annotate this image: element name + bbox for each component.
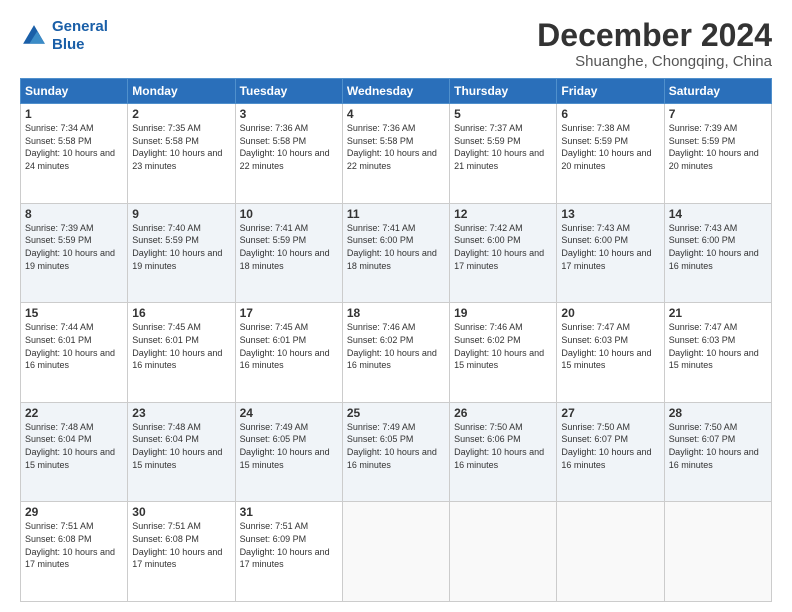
calendar-cell-21: 21Sunrise: 7:47 AMSunset: 6:03 PMDayligh… xyxy=(664,303,771,403)
calendar-week-2: 15Sunrise: 7:44 AMSunset: 6:01 PMDayligh… xyxy=(21,303,772,403)
logo-line2: Blue xyxy=(52,36,85,53)
calendar-cell-8: 8Sunrise: 7:39 AMSunset: 5:59 PMDaylight… xyxy=(21,203,128,303)
calendar-cell-20: 20Sunrise: 7:47 AMSunset: 6:03 PMDayligh… xyxy=(557,303,664,403)
calendar-cell-22: 22Sunrise: 7:48 AMSunset: 6:04 PMDayligh… xyxy=(21,402,128,502)
calendar-cell-14: 14Sunrise: 7:43 AMSunset: 6:00 PMDayligh… xyxy=(664,203,771,303)
calendar-cell-30: 30Sunrise: 7:51 AMSunset: 6:08 PMDayligh… xyxy=(128,502,235,602)
logo-icon xyxy=(20,22,48,50)
calendar-cell-empty xyxy=(664,502,771,602)
calendar-cell-26: 26Sunrise: 7:50 AMSunset: 6:06 PMDayligh… xyxy=(450,402,557,502)
calendar-cell-4: 4Sunrise: 7:36 AMSunset: 5:58 PMDaylight… xyxy=(342,104,449,204)
page: General Blue December 2024 Shuanghe, Cho… xyxy=(0,0,792,612)
calendar-week-4: 29Sunrise: 7:51 AMSunset: 6:08 PMDayligh… xyxy=(21,502,772,602)
calendar-cell-2: 2Sunrise: 7:35 AMSunset: 5:58 PMDaylight… xyxy=(128,104,235,204)
calendar-cell-25: 25Sunrise: 7:49 AMSunset: 6:05 PMDayligh… xyxy=(342,402,449,502)
logo-line1: General xyxy=(52,18,108,35)
day-header-friday: Friday xyxy=(557,79,664,104)
calendar-cell-19: 19Sunrise: 7:46 AMSunset: 6:02 PMDayligh… xyxy=(450,303,557,403)
calendar-cell-3: 3Sunrise: 7:36 AMSunset: 5:58 PMDaylight… xyxy=(235,104,342,204)
calendar-cell-16: 16Sunrise: 7:45 AMSunset: 6:01 PMDayligh… xyxy=(128,303,235,403)
calendar-cell-31: 31Sunrise: 7:51 AMSunset: 6:09 PMDayligh… xyxy=(235,502,342,602)
calendar-cell-28: 28Sunrise: 7:50 AMSunset: 6:07 PMDayligh… xyxy=(664,402,771,502)
calendar-cell-9: 9Sunrise: 7:40 AMSunset: 5:59 PMDaylight… xyxy=(128,203,235,303)
calendar-cell-empty xyxy=(450,502,557,602)
calendar-cell-29: 29Sunrise: 7:51 AMSunset: 6:08 PMDayligh… xyxy=(21,502,128,602)
calendar-cell-6: 6Sunrise: 7:38 AMSunset: 5:59 PMDaylight… xyxy=(557,104,664,204)
calendar-cell-15: 15Sunrise: 7:44 AMSunset: 6:01 PMDayligh… xyxy=(21,303,128,403)
day-header-saturday: Saturday xyxy=(664,79,771,104)
calendar-week-3: 22Sunrise: 7:48 AMSunset: 6:04 PMDayligh… xyxy=(21,402,772,502)
calendar-cell-17: 17Sunrise: 7:45 AMSunset: 6:01 PMDayligh… xyxy=(235,303,342,403)
logo: General Blue xyxy=(20,18,108,54)
calendar-cell-5: 5Sunrise: 7:37 AMSunset: 5:59 PMDaylight… xyxy=(450,104,557,204)
calendar-cell-23: 23Sunrise: 7:48 AMSunset: 6:04 PMDayligh… xyxy=(128,402,235,502)
calendar-week-1: 8Sunrise: 7:39 AMSunset: 5:59 PMDaylight… xyxy=(21,203,772,303)
location: Shuanghe, Chongqing, China xyxy=(537,53,772,70)
title-block: December 2024 Shuanghe, Chongqing, China xyxy=(537,18,772,70)
calendar-body: 1Sunrise: 7:34 AMSunset: 5:58 PMDaylight… xyxy=(21,104,772,602)
calendar-week-0: 1Sunrise: 7:34 AMSunset: 5:58 PMDaylight… xyxy=(21,104,772,204)
calendar-cell-13: 13Sunrise: 7:43 AMSunset: 6:00 PMDayligh… xyxy=(557,203,664,303)
calendar-cell-11: 11Sunrise: 7:41 AMSunset: 6:00 PMDayligh… xyxy=(342,203,449,303)
day-header-thursday: Thursday xyxy=(450,79,557,104)
calendar-header-row: SundayMondayTuesdayWednesdayThursdayFrid… xyxy=(21,79,772,104)
month-title: December 2024 xyxy=(537,18,772,53)
calendar-cell-10: 10Sunrise: 7:41 AMSunset: 5:59 PMDayligh… xyxy=(235,203,342,303)
calendar-cell-27: 27Sunrise: 7:50 AMSunset: 6:07 PMDayligh… xyxy=(557,402,664,502)
header: General Blue December 2024 Shuanghe, Cho… xyxy=(20,18,772,70)
calendar-cell-1: 1Sunrise: 7:34 AMSunset: 5:58 PMDaylight… xyxy=(21,104,128,204)
day-header-sunday: Sunday xyxy=(21,79,128,104)
calendar-table: SundayMondayTuesdayWednesdayThursdayFrid… xyxy=(20,78,772,602)
calendar-cell-24: 24Sunrise: 7:49 AMSunset: 6:05 PMDayligh… xyxy=(235,402,342,502)
calendar-cell-empty xyxy=(342,502,449,602)
calendar-cell-18: 18Sunrise: 7:46 AMSunset: 6:02 PMDayligh… xyxy=(342,303,449,403)
day-header-wednesday: Wednesday xyxy=(342,79,449,104)
calendar-cell-7: 7Sunrise: 7:39 AMSunset: 5:59 PMDaylight… xyxy=(664,104,771,204)
day-header-monday: Monday xyxy=(128,79,235,104)
calendar-cell-12: 12Sunrise: 7:42 AMSunset: 6:00 PMDayligh… xyxy=(450,203,557,303)
logo-text: General Blue xyxy=(52,18,108,54)
day-header-tuesday: Tuesday xyxy=(235,79,342,104)
calendar-cell-empty xyxy=(557,502,664,602)
